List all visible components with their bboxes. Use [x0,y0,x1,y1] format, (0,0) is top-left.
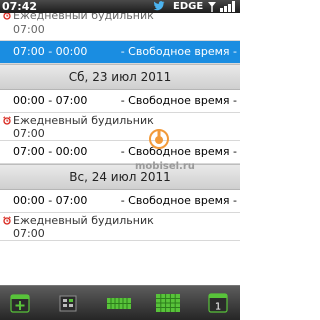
time-range: 07:00 - 00:00 [13,145,88,158]
agenda-list[interactable]: Ежедневный будильник 07:00 07:00 - 00:00… [0,13,240,285]
day-view-icon[interactable] [57,292,79,314]
week-view-icon[interactable] [106,292,132,314]
status-time: 07:42 [2,0,38,13]
alarm-clock-icon [3,116,11,125]
bottom-toolbar: 1 [0,285,240,320]
alarm-clock-icon [3,13,11,20]
free-time-row[interactable]: 00:00 - 07:00 - Свободное время - [0,90,240,113]
free-time-row[interactable]: 07:00 - 00:00 - Свободное время - [0,141,240,164]
signal-strength-icon [208,1,235,12]
free-time-label: - Свободное время - [120,94,237,107]
watermark-logo-icon [149,129,169,149]
status-bar: 07:42 EDGE [0,0,240,13]
new-event-icon[interactable] [9,292,31,314]
event-time: 07:00 [13,227,45,240]
alarm-event-row[interactable]: Ежедневный будильник 07:00 [0,13,240,41]
event-title: Ежедневный будильник [13,114,154,127]
free-time-label: - Свободное время - [120,194,237,207]
twitter-bird-icon [153,1,165,11]
event-time: 07:00 [13,23,45,36]
free-time-row[interactable]: 07:00 - 00:00 - Свободное время - [0,41,240,64]
time-range: 00:00 - 07:00 [13,94,88,107]
network-type-label: EDGE [173,1,204,12]
alarm-clock-icon [3,216,11,225]
alarm-event-row[interactable]: Ежедневный будильник 07:00 [0,213,240,241]
free-time-label: - Свободное время - [120,145,237,158]
alarm-event-row[interactable]: Ежедневный будильник 07:00 [0,113,240,141]
event-time: 07:00 [13,127,45,140]
day-header: Вс, 24 июл 2011 [0,164,240,190]
time-range: 00:00 - 07:00 [13,194,88,207]
month-view-icon[interactable] [155,292,181,314]
day-header: Сб, 23 июл 2011 [0,64,240,90]
watermark-text: mobisel.ru [135,161,195,172]
today-day-number: 1 [215,302,221,313]
event-title: Ежедневный будильник [13,13,154,22]
today-icon[interactable]: 1 [207,292,229,314]
time-range: 07:00 - 00:00 [13,45,88,58]
free-time-row[interactable]: 00:00 - 07:00 - Свободное время - [0,190,240,213]
free-time-label: - Свободное время - [120,45,237,58]
event-title: Ежедневный будильник [13,214,154,227]
